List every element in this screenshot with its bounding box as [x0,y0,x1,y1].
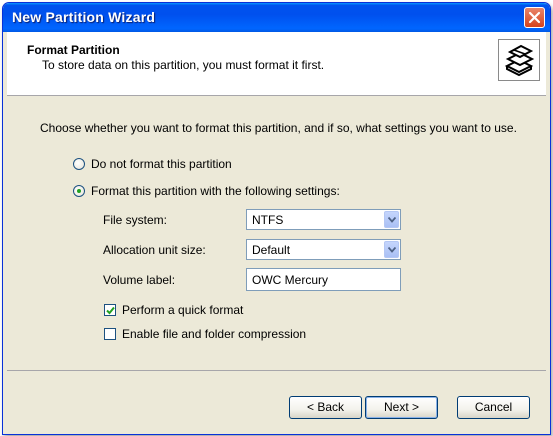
file-system-value: NTFS [252,213,284,227]
chevron-down-icon [388,217,396,223]
wizard-header: Format Partition To store data on this p… [7,32,546,96]
compression-label: Enable file and folder compression [122,327,307,341]
checkmark-icon [106,306,115,315]
title-bar[interactable]: New Partition Wizard [3,3,550,32]
allocation-unit-label: Allocation unit size: [103,243,206,257]
quick-format-option[interactable]: Perform a quick format [104,303,243,317]
disk-stack-icon [498,39,540,81]
volume-label-value: OWC Mercury [252,273,328,287]
file-system-dropdown-button[interactable] [384,211,399,228]
format-label: Format this partition with the following… [91,184,340,198]
page-subtitle: To store data on this partition, you mus… [42,58,325,72]
back-button[interactable]: < Back [289,396,362,419]
allocation-unit-select[interactable]: Default [246,239,401,260]
format-option[interactable]: Format this partition with the following… [73,184,340,198]
do-not-format-radio[interactable] [73,158,85,170]
wizard-body: Choose whether you want to format this p… [7,96,546,370]
page-title: Format Partition [27,43,120,57]
wizard-footer: < Back Next > Cancel [7,370,546,431]
volume-label-input[interactable]: OWC Mercury [246,268,401,291]
quick-format-checkbox[interactable] [104,304,116,316]
do-not-format-option[interactable]: Do not format this partition [73,157,232,171]
allocation-unit-dropdown-button[interactable] [384,241,399,258]
window-title: New Partition Wizard [12,9,156,25]
intro-text: Choose whether you want to format this p… [40,121,517,135]
format-radio[interactable] [73,185,85,197]
next-button[interactable]: Next > [365,396,438,419]
file-system-select[interactable]: NTFS [246,209,401,230]
allocation-unit-value: Default [252,243,291,257]
wizard-window: New Partition Wizard Format Partition To… [2,2,551,435]
compression-checkbox[interactable] [104,328,116,340]
cancel-button[interactable]: Cancel [457,396,530,419]
close-button[interactable] [524,7,545,28]
compression-option[interactable]: Enable file and folder compression [104,327,306,341]
quick-format-label: Perform a quick format [122,303,244,317]
close-icon [528,11,541,24]
do-not-format-label: Do not format this partition [91,157,232,171]
chevron-down-icon [388,247,396,253]
volume-label-label: Volume label: [103,273,176,287]
file-system-label: File system: [103,213,168,227]
